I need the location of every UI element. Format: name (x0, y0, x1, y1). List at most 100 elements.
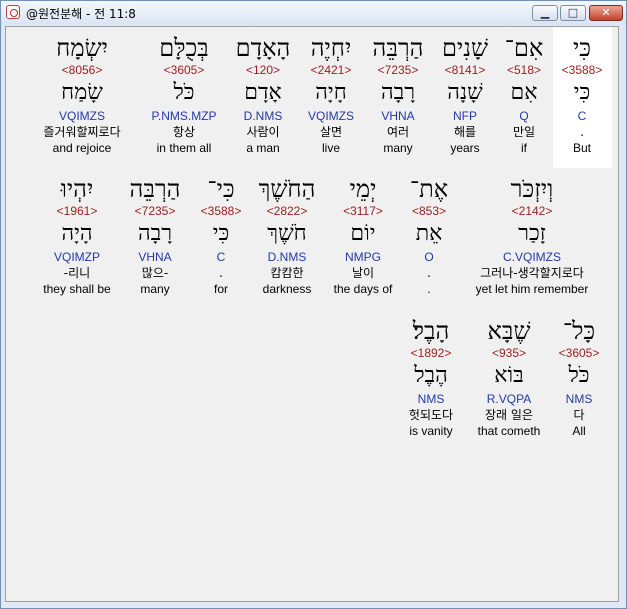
title-bar[interactable]: @원전분해 - 전 11:8 ▁ □ ✕ (1, 1, 626, 25)
strongs-number[interactable]: <3605> (551, 346, 607, 360)
english-gloss: . (427, 282, 431, 296)
korean-gloss: 다 (573, 408, 585, 422)
parsing-code: NMPG (345, 250, 381, 264)
korean-gloss: . (219, 266, 223, 280)
strongs-number[interactable]: <7235> (121, 204, 189, 218)
close-icon: ✕ (601, 6, 611, 19)
word-block[interactable]: הָאָדָם <120> אָדָם D.NMS 사람이 a man (230, 33, 296, 155)
korean-gloss: -리니 (63, 266, 91, 280)
parsing-code: NFP (453, 109, 477, 123)
hebrew-lemma: הֶבֶל (414, 363, 448, 388)
strongs-number[interactable]: <3605> (144, 63, 224, 77)
parsing-code: VQIMZS (58, 109, 105, 123)
hebrew-word: כִּי־ (207, 175, 235, 203)
english-gloss: But (572, 141, 591, 155)
word-block[interactable]: שָׁנִים <8141> שָׁנָה NFP 해를 years (436, 33, 494, 155)
strongs-number[interactable]: <1892> (397, 346, 465, 360)
strongs-number[interactable]: <518> (498, 63, 550, 77)
hebrew-word: שָׁנִים (441, 34, 489, 62)
word-block[interactable]: הַחֹשֶׁךְ <2822> חֹשֶׁךְ D.NMS 캄캄한 darkn… (255, 174, 319, 296)
strongs-number[interactable]: <8056> (25, 63, 139, 77)
hebrew-lemma: אֵת (415, 221, 443, 246)
hebrew-lemma: זָכַר (518, 221, 546, 246)
parsing-code: C (577, 109, 587, 123)
parsing-code: R.VQPA (486, 392, 532, 406)
word-block[interactable]: יִחְיֶה <2421> חָיָה VQIMZS 살면 live (300, 33, 362, 155)
word-block[interactable]: אִם־ <518> אִם Q 만일 if (498, 33, 550, 155)
hebrew-lemma: שָׁנָה (447, 80, 483, 105)
strongs-number[interactable]: <7235> (364, 63, 432, 77)
english-gloss: is vanity (409, 424, 453, 438)
minimize-button[interactable]: ▁ (532, 5, 558, 21)
korean-gloss: 날이 (351, 266, 375, 280)
parsing-code: D.NMS (243, 109, 283, 123)
korean-gloss: 해를 (453, 125, 477, 139)
word-block[interactable]: כִּי־ <3588> כִּי C . for (194, 174, 248, 296)
english-gloss: if (521, 141, 527, 155)
word-block[interactable]: כִּי <3588> כִּי C . But (554, 33, 610, 155)
parsing-code: VQIMZP (53, 250, 100, 264)
english-gloss: they shall be (43, 282, 111, 296)
app-icon[interactable] (6, 5, 20, 19)
minimize-icon: ▁ (540, 6, 550, 19)
strongs-number[interactable]: <3117> (327, 204, 399, 218)
hebrew-word: הָבֶל׃ (412, 317, 450, 345)
parsing-code: VHNA (138, 250, 172, 264)
korean-gloss: 항상 (172, 125, 196, 139)
strongs-number[interactable]: <1961> (35, 204, 119, 218)
window-title: @원전분해 - 전 11:8 (26, 7, 136, 21)
english-gloss: a man (246, 141, 280, 155)
word-block[interactable]: כָּל־ <3605> כֹּל NMS 다 All (551, 316, 607, 438)
strongs-number[interactable]: <120> (230, 63, 296, 77)
english-gloss: that cometh (477, 424, 541, 438)
hebrew-lemma: הָיָה (61, 221, 93, 246)
word-block[interactable]: שֶׁבָּא <935> בּוֹא R.VQPA 장래 일은 that co… (471, 316, 547, 438)
english-gloss: darkness (262, 282, 312, 296)
parsing-code: C.VQIMZS (502, 250, 561, 264)
hebrew-word: כָּל־ (562, 317, 596, 345)
hebrew-word: יִחְיֶה (310, 34, 352, 62)
close-button[interactable]: ✕ (589, 5, 623, 21)
word-block[interactable]: הַרְבֵּה <7235> רָבָה VHNA 많으- many (121, 174, 189, 296)
english-gloss: All (572, 424, 586, 438)
korean-gloss: 많으- (141, 266, 169, 280)
english-gloss: many (383, 141, 413, 155)
strongs-number[interactable]: <8141> (436, 63, 494, 77)
english-gloss: yet let him remember (475, 282, 589, 296)
hebrew-lemma: שָׂמַח (61, 80, 103, 105)
hebrew-word: יִהְיוּ (60, 175, 94, 203)
hebrew-lemma: כֹּל (173, 80, 195, 105)
korean-gloss: . (580, 125, 584, 139)
parsing-code: NMS (417, 392, 445, 406)
strongs-number[interactable]: <2822> (255, 204, 319, 218)
word-block[interactable]: הַרְבֵּה <7235> רָבָה VHNA 여러 many (364, 33, 432, 155)
maximize-button[interactable]: □ (560, 5, 586, 21)
parsing-code: D.NMS (267, 250, 307, 264)
strongs-number[interactable]: <853> (403, 204, 455, 218)
hebrew-lemma: כֹּל (568, 363, 590, 388)
hebrew-word: הַרְבֵּה (372, 34, 424, 62)
hebrew-word: שֶׁבָּא (487, 317, 531, 345)
word-block[interactable]: אֶת־ <853> אֵת O . . (403, 174, 455, 296)
strongs-number[interactable]: <2421> (300, 63, 362, 77)
korean-gloss: 즐거워할찌로다 (43, 125, 121, 139)
word-block[interactable]: יְמֵי <3117> יוֹם NMPG 날이 the days of (327, 174, 399, 296)
word-block[interactable]: בְּכֻלָּם <3605> כֹּל P.NMS.MZP 항상 in th… (144, 33, 224, 155)
word-block[interactable]: הָבֶל׃ <1892> הֶבֶל NMS 헛되도다 is vanity (397, 316, 465, 438)
maximize-icon: □ (567, 6, 579, 19)
word-block[interactable]: יִשְׂמָח <8056> שָׂמַח VQIMZS 즐거워할찌로다 an… (25, 33, 139, 155)
word-block[interactable]: יִהְיוּ <1961> הָיָה VQIMZP -리니 they sha… (35, 174, 119, 296)
parsing-code: Q (519, 109, 529, 123)
strongs-number[interactable]: <935> (471, 346, 547, 360)
strongs-number[interactable]: <2142> (467, 204, 597, 218)
hebrew-word: אִם־ (504, 34, 544, 62)
parsing-code: P.NMS.MZP (151, 109, 217, 123)
strongs-number[interactable]: <3588> (194, 204, 248, 218)
strongs-number[interactable]: <3588> (554, 63, 610, 77)
parsing-code: VHNA (381, 109, 415, 123)
hebrew-lemma: בּוֹא (494, 363, 524, 388)
hebrew-lemma: כִּי (212, 221, 230, 246)
hebrew-word: הַחֹשֶׁךְ (258, 175, 316, 203)
korean-gloss: 장래 일은 (485, 408, 533, 422)
word-block[interactable]: וְיִזְכֹּר <2142> זָכַר C.VQIMZS 그러나-생각할… (467, 174, 597, 296)
